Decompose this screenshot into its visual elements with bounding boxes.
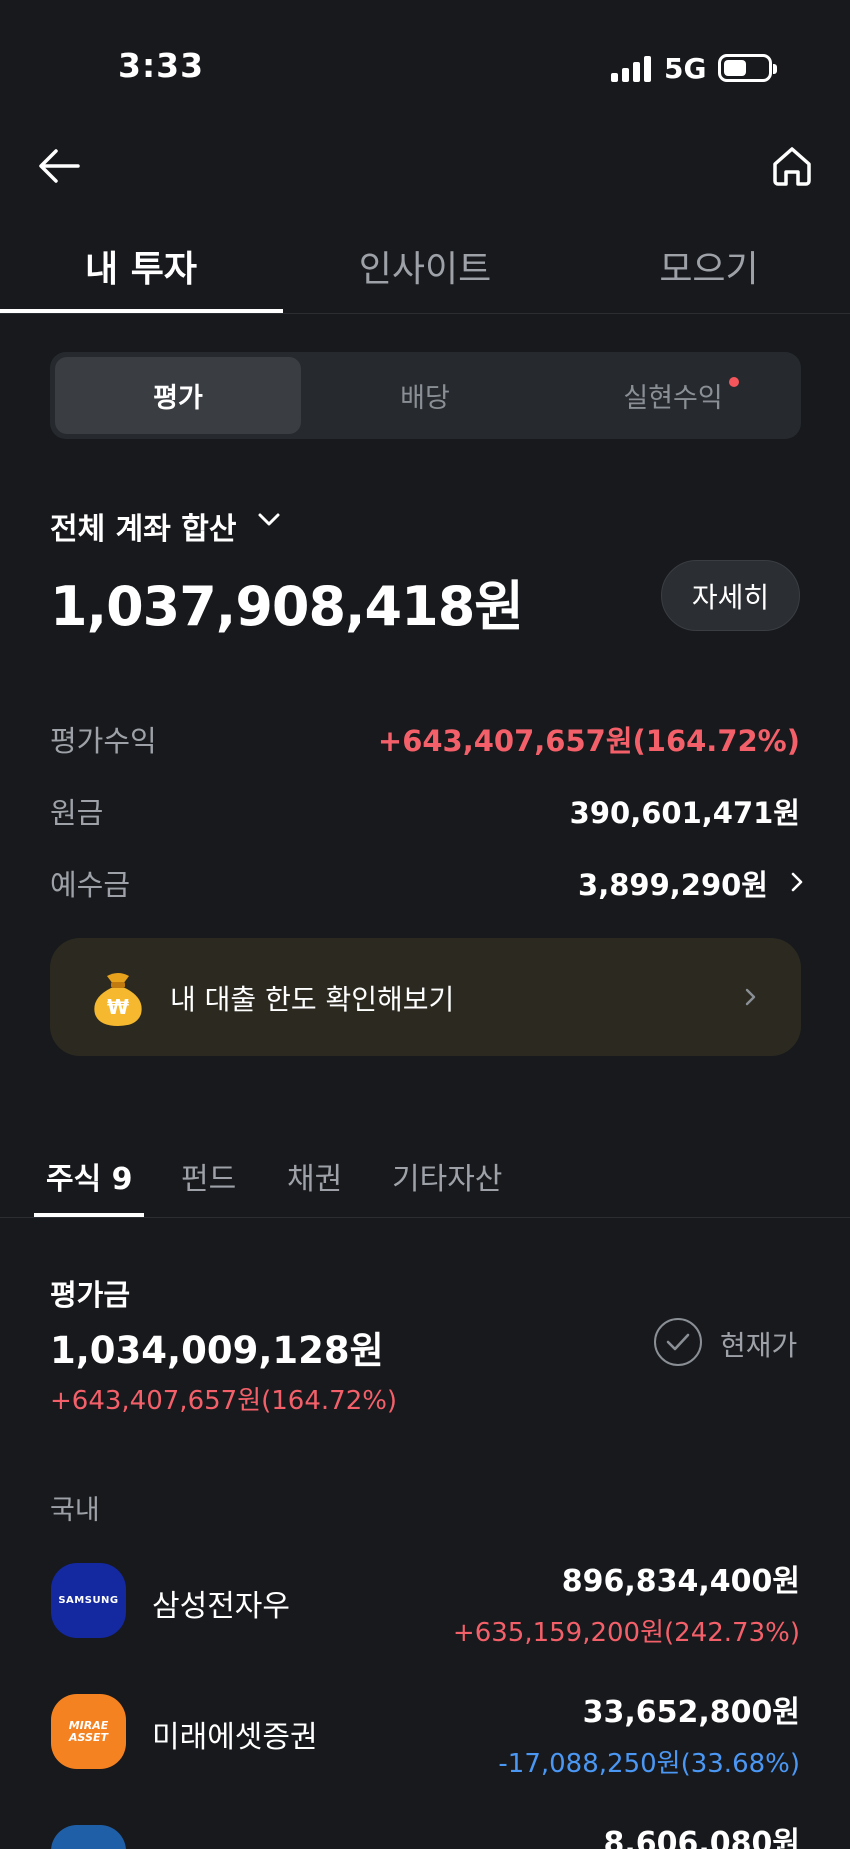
stock-value: 896,834,400원 — [561, 1564, 800, 1599]
tab-collect[interactable]: 모으기 — [599, 240, 819, 292]
account-total: 1,037,908,418원 — [50, 575, 524, 638]
profit-label: 평가수익 — [50, 724, 157, 758]
loan-limit-banner[interactable]: ₩ 내 대출 한도 확인해보기 — [50, 938, 801, 1056]
stock-gain: +635,159,200원(242.73%) — [452, 1618, 800, 1648]
account-selector-label[interactable]: 전체 계좌 합산 — [50, 504, 237, 548]
tab-my-investment[interactable]: 내 투자 — [31, 240, 251, 292]
samsung-logo: SAMSUNG — [51, 1563, 126, 1638]
evaluation-total: 1,034,009,128원 — [50, 1329, 384, 1372]
evaluation-gain: +643,407,657원(164.72%) — [50, 1386, 398, 1416]
network-label: 5G — [664, 52, 707, 85]
check-circle-icon[interactable] — [654, 1318, 702, 1366]
segment-evaluation[interactable]: 평가 — [55, 357, 301, 434]
principal-value: 390,601,471원 — [569, 796, 800, 830]
notification-dot — [729, 377, 739, 387]
status-time: 3:33 — [118, 46, 205, 85]
profit-value: +643,407,657원(164.72%) — [377, 724, 800, 758]
deposit-label[interactable]: 예수금 — [50, 862, 130, 904]
banner-text: 내 대출 한도 확인해보기 — [170, 983, 455, 1016]
domestic-section-label: 국내 — [50, 1495, 100, 1526]
chevron-down-icon[interactable] — [255, 506, 283, 534]
stock-gain: -17,088,250원(33.68%) — [498, 1749, 800, 1779]
segment-dividend[interactable]: 배당 — [302, 357, 548, 434]
signal-icon — [611, 56, 651, 82]
principal-label: 원금 — [50, 796, 104, 830]
view-segmented-control: 평가 배당 실현수익 — [50, 352, 801, 439]
stock-name[interactable]: 미래에셋증권 — [152, 1712, 318, 1756]
stock-logo — [51, 1825, 126, 1849]
svg-text:₩: ₩ — [107, 995, 129, 1019]
segment-realized[interactable]: 실현수익 — [550, 357, 796, 434]
chevron-right-icon — [741, 986, 761, 1008]
divider — [0, 1217, 850, 1218]
current-price-toggle-label[interactable]: 현재가 — [720, 1324, 797, 1364]
stock-value: 8,606,080원 — [603, 1826, 800, 1849]
money-bag-icon: ₩ — [87, 968, 149, 1028]
tab-insight[interactable]: 인사이트 — [315, 240, 535, 292]
tab-funds[interactable]: 펀드 — [181, 1154, 236, 1198]
home-icon[interactable] — [766, 140, 818, 192]
deposit-value[interactable]: 3,899,290원 — [578, 862, 768, 904]
detail-button[interactable]: 자세히 — [661, 560, 800, 631]
tab-stocks[interactable]: 주식 9 — [46, 1154, 133, 1198]
tab-bonds[interactable]: 채권 — [287, 1154, 342, 1198]
tab-other-assets[interactable]: 기타자산 — [392, 1154, 502, 1198]
evaluation-label: 평가금 — [50, 1278, 131, 1312]
mirae-asset-logo: MIRAE ASSET — [51, 1694, 126, 1769]
back-arrow-icon[interactable] — [34, 140, 86, 192]
divider — [0, 313, 850, 314]
battery-icon — [718, 54, 777, 82]
stock-name[interactable]: 삼성전자우 — [152, 1581, 290, 1625]
chevron-right-icon[interactable] — [786, 871, 808, 893]
stock-value: 33,652,800원 — [582, 1695, 800, 1730]
